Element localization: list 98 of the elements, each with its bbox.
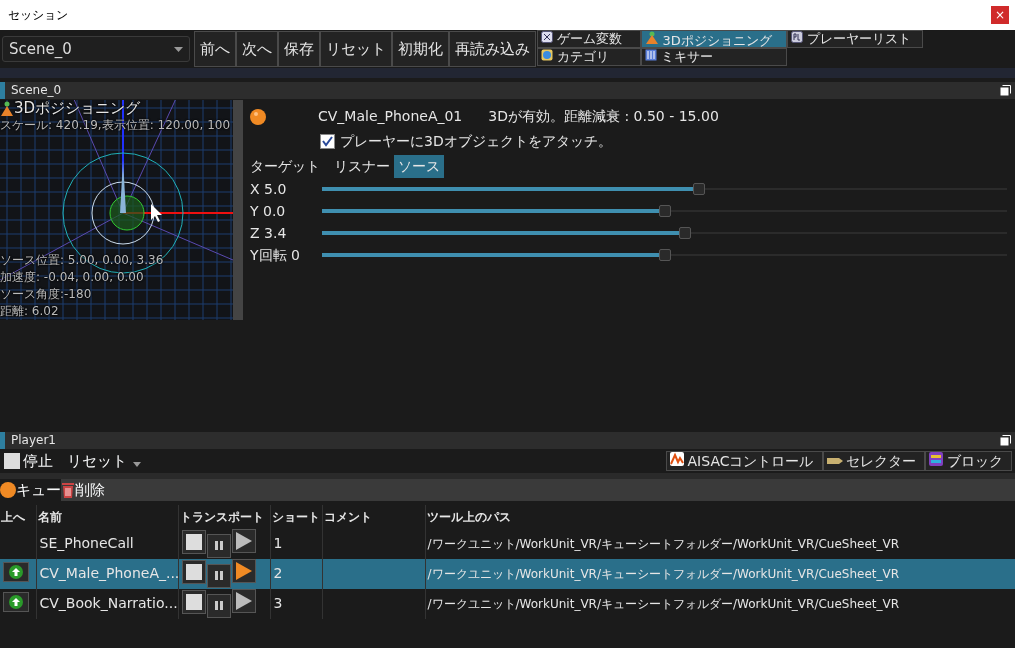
column-header[interactable]: 名前 [36,504,178,529]
person-icon [645,31,659,45]
close-button[interactable]: × [991,6,1009,24]
view-tab[interactable]: ゲーム変数 [537,30,641,48]
table-cell: /ワークユニット/WorkUnit_VR/キューシートフォルダー/WorkUnit_VR/CueSheet_VR [425,528,1015,559]
slider[interactable] [322,182,1007,196]
stop-icon [185,594,202,611]
panel-title: Scene_0 [11,82,62,99]
checkbox-label: プレーヤーに3Dオブジェクトをアタッチ。 [340,131,612,151]
trash-icon [61,482,75,498]
slider[interactable] [322,204,1007,218]
stop-button[interactable]: 停止 [3,449,53,473]
stop-icon [185,534,202,551]
target-option[interactable]: リスナー [330,155,394,178]
view-tab[interactable]: ミキサー [641,48,787,66]
info-text: 距離: 6.02 [0,303,60,320]
toolbar-button[interactable]: 初期化 [391,31,449,67]
toolbar-button[interactable]: リセット [319,31,392,67]
mixer-icon [645,49,657,61]
stop-button[interactable] [181,560,206,585]
play-button[interactable] [231,589,256,614]
play-button[interactable] [231,559,256,584]
slider-label: Y 0.0 [250,201,287,221]
info-text: 加速度: -0.04, 0.00, 0.00 [0,269,145,286]
person-icon [0,100,14,117]
category-icon [541,49,553,61]
ball-icon [250,108,266,125]
play-button[interactable] [231,529,256,554]
tag-icon [826,456,843,466]
player-tab[interactable]: AISACコントロール [666,451,823,471]
view-tab[interactable]: カテゴリ [537,48,641,66]
toolbar-button[interactable]: 再読み込み [448,31,536,67]
column-header[interactable]: 上へ [0,504,36,529]
table-cell: 2 [270,558,322,589]
pause-button[interactable] [206,593,231,618]
play-icon [235,592,252,611]
window-title: セッション [8,7,68,24]
table-row[interactable]: CV_Book_Narratio... 3 /ワークユニット/WorkUnit_VR/キューシートフォルダー/WorkUnit_VR/CueSheet_VR [0,588,1015,619]
info-text: ソース角度:-180 [0,286,93,303]
table-cell: 1 [270,528,322,559]
table-cell: 3 [270,588,322,619]
panel-marker [0,432,5,449]
cue-tab[interactable]: キュー [0,479,61,501]
chart-icon [670,452,685,466]
variable-icon [541,31,553,43]
stop-icon [185,564,202,581]
up-arrow-icon [9,565,23,579]
pause-button[interactable] [206,533,231,558]
pause-icon [214,541,223,551]
table-row[interactable]: SE_PhoneCall 1 /ワークユニット/WorkUnit_VR/キューシートフォルダー/WorkUnit_VR/CueSheet_VR [0,528,1015,559]
table-cell: /ワークユニット/WorkUnit_VR/キューシートフォルダー/WorkUnit_VR/CueSheet_VR [425,588,1015,619]
scene-dropdown[interactable]: Scene_0 [2,36,190,62]
move-up-button[interactable] [3,592,29,612]
status-text: 3Dが有効。距離減衰 : 0.50 - 15.00 [488,107,719,126]
ball-icon [0,482,16,498]
table-cell: CV_Male_PhoneA_... [36,558,178,589]
table-cell: CV_Book_Narratio... [36,588,178,619]
target-label: ターゲット [250,157,320,176]
toolbar-button[interactable]: 次へ [235,31,278,67]
table-row[interactable]: CV_Male_PhoneA_... 2 /ワークユニット/WorkUnit_VR/キューシートフォルダー/WorkUnit_VR/CueSheet_VR [0,558,1015,589]
panel-title: Player1 [11,432,56,449]
toolbar-button[interactable]: 前へ [193,31,236,67]
checkbox[interactable] [320,133,335,149]
slider-label: X 5.0 [250,179,288,199]
slider-label: Y回転 0 [250,245,301,265]
table-cell: SE_PhoneCall [36,528,178,559]
pl-icon [791,31,803,43]
slider[interactable] [322,226,1007,240]
player-tab[interactable]: セレクター [822,451,925,471]
play-icon [235,532,252,551]
move-up-button[interactable] [3,562,29,582]
table-cell: /ワークユニット/WorkUnit_VR/キューシートフォルダー/WorkUnit_VR/CueSheet_VR [425,558,1015,589]
target-option[interactable]: ソース [394,155,444,178]
pause-icon [214,601,223,611]
slider-label: Z 3.4 [250,223,288,243]
reset-dropdown[interactable]: リセット [66,449,141,473]
toolbar-button[interactable]: 保存 [277,31,320,67]
delete-button[interactable]: 削除 [61,478,105,502]
up-arrow-icon [9,595,23,609]
caret-icon [132,461,141,467]
block-icon [929,452,943,466]
caret-icon [174,46,183,52]
column-header[interactable]: トランスポート [178,504,270,529]
view-tab[interactable]: 3Dポジショニング [641,30,787,48]
panel-marker [0,82,5,99]
pause-button[interactable] [206,563,231,588]
play-icon [235,562,252,581]
restore-icon [1000,85,1011,96]
restore-icon [1000,435,1011,446]
column-header[interactable]: ショート [270,504,322,529]
pause-icon [214,571,223,581]
cue-name: CV_Male_PhoneA_01 [318,107,463,126]
stop-button[interactable] [181,530,206,555]
stop-button[interactable] [181,590,206,615]
player-tab[interactable]: ブロック [925,451,1012,471]
view-tab[interactable]: プレーヤーリスト [787,30,923,48]
column-header[interactable]: コメント [322,504,425,529]
slider[interactable] [322,248,1007,262]
